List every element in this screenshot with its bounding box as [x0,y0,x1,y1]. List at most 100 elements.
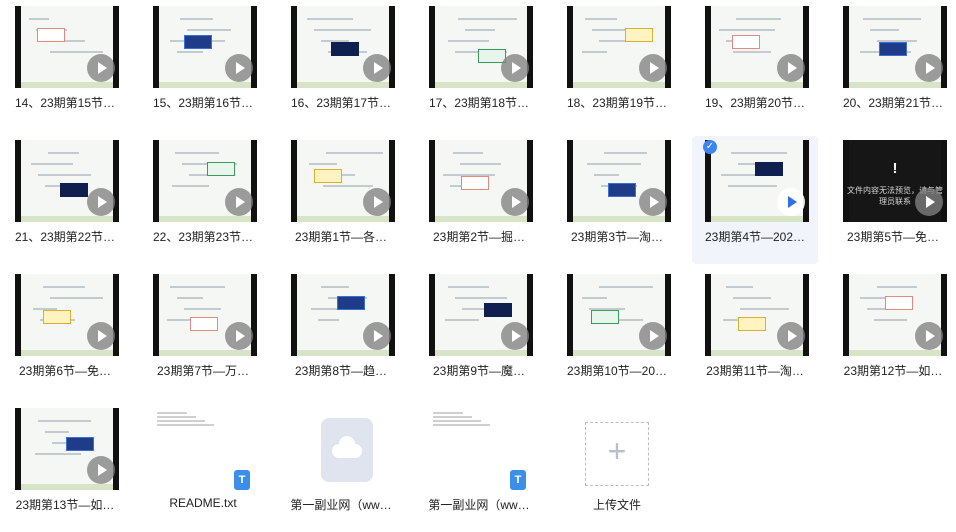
video-thumbnail[interactable] [153,140,257,222]
video-thumbnail[interactable] [429,274,533,356]
file-name[interactable]: 14、23期第15节… [2,94,128,111]
video-thumbnail[interactable] [291,274,395,356]
file-tile[interactable]: T 第一副业网（ww… [416,404,542,532]
video-thumbnail[interactable] [429,140,533,222]
play-icon[interactable] [915,322,943,350]
file-name[interactable]: 第一副业网（ww… [278,496,404,513]
file-name[interactable]: 23期第5节—免… [830,228,956,245]
file-name[interactable]: 17、23期第18节… [416,94,542,111]
play-icon[interactable] [87,322,115,350]
play-icon[interactable] [501,188,529,216]
play-icon[interactable] [87,188,115,216]
upload-tile[interactable]: + 上传文件 [554,404,680,532]
file-name[interactable]: 23期第4节—202… [692,228,818,245]
play-icon[interactable] [639,188,667,216]
file-tile[interactable]: 23期第2节—掘… [416,136,542,264]
file-name[interactable]: 23期第12节—如… [830,362,956,379]
play-icon[interactable] [363,188,391,216]
video-thumbnail[interactable] [567,274,671,356]
video-thumbnail[interactable] [15,274,119,356]
document-thumbnail[interactable]: T [429,408,533,490]
play-icon[interactable] [915,188,943,216]
file-name[interactable]: 23期第11节—淘… [692,362,818,379]
file-tile[interactable]: 14、23期第15节… [2,2,128,130]
video-thumbnail[interactable] [843,274,947,356]
video-thumbnail[interactable] [705,274,809,356]
play-icon[interactable] [225,54,253,82]
video-thumbnail[interactable] [291,6,395,88]
upload-plus-box[interactable]: + [585,422,649,486]
play-icon[interactable] [87,456,115,484]
video-thumbnail[interactable] [567,140,671,222]
video-thumbnail[interactable] [291,140,395,222]
file-tile[interactable]: ! 文件内容无法预览，请与管理员联系 23期第5节—免… [830,136,956,264]
video-thumbnail[interactable] [15,6,119,88]
file-tile[interactable]: 23期第8节—趋… [278,270,404,398]
play-icon[interactable] [639,322,667,350]
cloud-file-thumbnail[interactable] [291,408,395,490]
play-icon[interactable] [501,54,529,82]
video-thumbnail[interactable] [705,6,809,88]
play-icon[interactable] [501,322,529,350]
file-name[interactable]: 15、23期第16节… [140,94,266,111]
file-name[interactable]: 19、23期第20节… [692,94,818,111]
file-name[interactable]: 23期第7节—万… [140,362,266,379]
file-name[interactable]: 21、23期第22节… [2,228,128,245]
video-thumbnail[interactable] [15,140,119,222]
file-tile[interactable]: 19、23期第20节… [692,2,818,130]
file-tile[interactable]: T README.txt [140,404,266,532]
video-thumbnail[interactable] [705,140,809,222]
file-tile[interactable]: 23期第1节—各… [278,136,404,264]
play-icon[interactable] [777,54,805,82]
play-icon[interactable] [915,54,943,82]
play-icon[interactable] [87,54,115,82]
file-name[interactable]: 23期第9节—魔… [416,362,542,379]
file-name[interactable]: 18、23期第19节… [554,94,680,111]
play-icon[interactable] [225,322,253,350]
file-tile[interactable]: 21、23期第22节… [2,136,128,264]
file-name[interactable]: README.txt [140,496,266,510]
file-tile[interactable]: ✓ 23期第4节—202… [692,136,818,264]
video-thumbnail[interactable] [153,6,257,88]
file-tile[interactable]: 17、23期第18节… [416,2,542,130]
file-name[interactable]: 23期第8节—趋… [278,362,404,379]
file-name[interactable]: 22、23期第23节… [140,228,266,245]
file-tile[interactable]: 23期第13节—如… [2,404,128,532]
file-name[interactable]: 23期第2节—掘… [416,228,542,245]
file-name[interactable]: 23期第3节—淘… [554,228,680,245]
file-name[interactable]: 第一副业网（ww… [416,496,542,513]
document-thumbnail[interactable]: T [153,408,257,490]
file-tile[interactable]: 20、23期第21节… [830,2,956,130]
file-tile[interactable]: 23期第12节—如… [830,270,956,398]
file-tile[interactable]: 第一副业网（ww… [278,404,404,532]
file-tile[interactable]: 18、23期第19节… [554,2,680,130]
file-tile[interactable]: 15、23期第16节… [140,2,266,130]
file-tile[interactable]: 23期第7节—万… [140,270,266,398]
file-name[interactable]: 23期第13节—如… [2,496,128,513]
play-icon[interactable] [225,188,253,216]
file-tile[interactable]: 22、23期第23节… [140,136,266,264]
file-name[interactable]: 23期第10节—20… [554,362,680,379]
video-thumbnail[interactable] [429,6,533,88]
upload-label[interactable]: 上传文件 [554,496,680,513]
play-icon[interactable] [363,322,391,350]
file-name[interactable]: 20、23期第21节… [830,94,956,111]
video-thumbnail[interactable] [153,274,257,356]
video-thumbnail[interactable]: ! 文件内容无法预览，请与管理员联系 [843,140,947,222]
play-icon[interactable] [777,322,805,350]
file-tile[interactable]: 23期第9节—魔… [416,270,542,398]
video-thumbnail[interactable] [15,408,119,490]
play-icon[interactable] [639,54,667,82]
file-tile[interactable]: 23期第10节—20… [554,270,680,398]
file-name[interactable]: 23期第1节—各… [278,228,404,245]
file-tile[interactable]: 23期第6节—免… [2,270,128,398]
video-thumbnail[interactable] [843,6,947,88]
file-name[interactable]: 16、23期第17节… [278,94,404,111]
video-thumbnail[interactable] [567,6,671,88]
file-tile[interactable]: 16、23期第17节… [278,2,404,130]
file-tile[interactable]: 23期第11节—淘… [692,270,818,398]
play-icon[interactable] [777,188,805,216]
file-name[interactable]: 23期第6节—免… [2,362,128,379]
selected-checkbox[interactable]: ✓ [703,140,717,154]
play-icon[interactable] [363,54,391,82]
